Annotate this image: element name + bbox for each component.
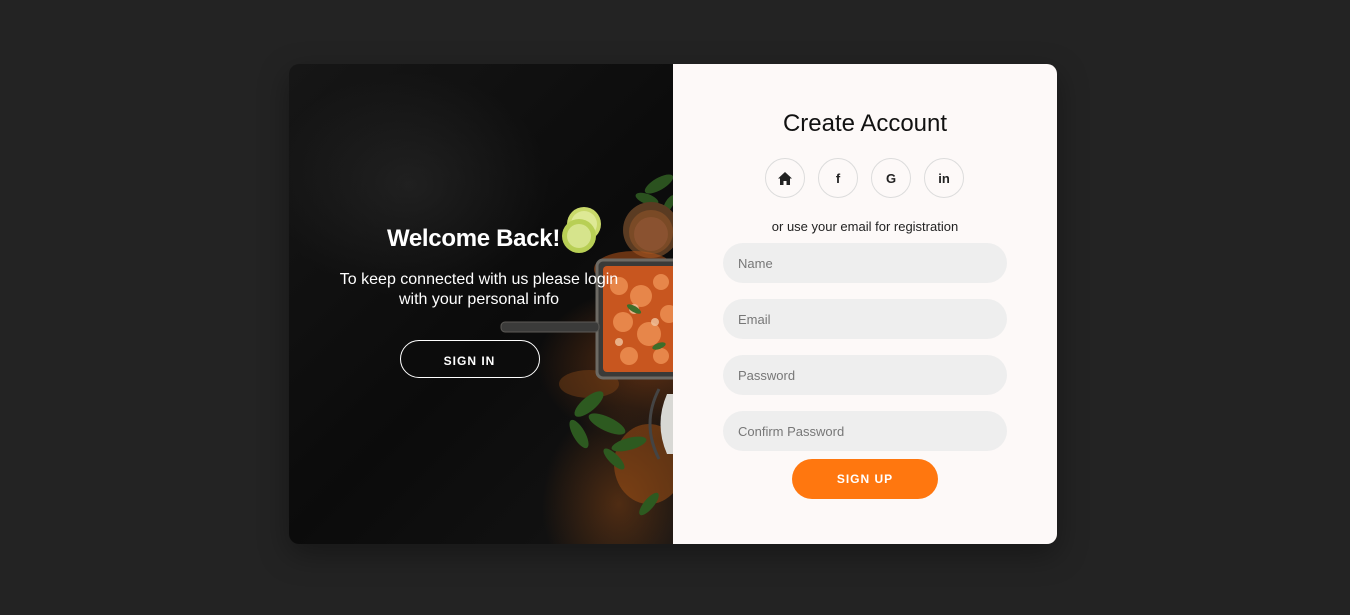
password-input[interactable]: [723, 355, 1007, 395]
register-panel: Create Account f G in or use your email …: [673, 64, 1057, 544]
confirm-password-input[interactable]: [723, 411, 1007, 451]
linkedin-icon: in: [938, 170, 950, 186]
welcome-panel: Welcome Back! To keep connected with us …: [289, 64, 673, 544]
auth-card: Welcome Back! To keep connected with us …: [289, 64, 1057, 544]
linkedin-social-button[interactable]: in: [924, 158, 964, 198]
facebook-social-button[interactable]: f: [818, 158, 858, 198]
sign-up-button[interactable]: SIGN UP: [792, 459, 938, 499]
email-input[interactable]: [723, 299, 1007, 339]
welcome-text: To keep connected with us please login w…: [339, 271, 619, 308]
facebook-icon: f: [835, 170, 841, 186]
google-icon: G: [885, 170, 897, 186]
sign-in-button[interactable]: SIGN IN: [399, 340, 540, 378]
welcome-title: Welcome Back!: [386, 225, 561, 252]
social-buttons: f G in: [765, 158, 964, 198]
welcome-content: Welcome Back! To keep connected with us …: [289, 224, 673, 378]
name-input[interactable]: [723, 243, 1007, 283]
or-email-text: or use your email for registration: [771, 219, 959, 234]
google-social-button[interactable]: G: [871, 158, 911, 198]
create-account-title: Create Account: [782, 110, 948, 137]
home-social-button[interactable]: [765, 158, 805, 198]
home-icon: [778, 171, 792, 185]
